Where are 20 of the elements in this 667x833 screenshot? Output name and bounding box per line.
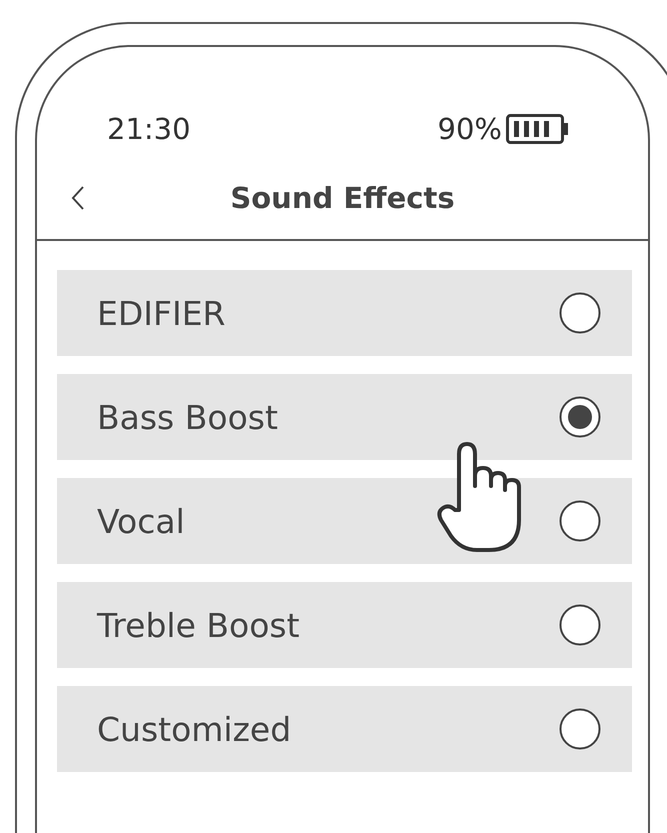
sound-effect-option[interactable]: Treble Boost: [57, 582, 632, 668]
option-label: Bass Boost: [97, 398, 278, 436]
option-label: EDIFIER: [97, 294, 226, 332]
sound-effect-option[interactable]: EDIFIER: [57, 270, 632, 356]
back-chevron-icon[interactable]: [71, 185, 85, 211]
sound-effect-option[interactable]: Customized: [57, 686, 632, 772]
radio-button[interactable]: [559, 292, 601, 334]
option-label: Treble Boost: [97, 606, 300, 644]
status-time: 21:30: [107, 112, 191, 146]
battery-percent: 90%: [438, 112, 502, 146]
battery-icon: [506, 114, 570, 144]
radio-button[interactable]: [559, 708, 601, 750]
radio-button[interactable]: [559, 604, 601, 646]
sound-effect-option[interactable]: Vocal: [57, 478, 632, 564]
sound-effect-option[interactable]: Bass Boost: [57, 374, 632, 460]
radio-button[interactable]: [559, 396, 601, 438]
option-label: Customized: [97, 710, 292, 748]
screen-title: Sound Effects: [230, 181, 455, 215]
radio-button[interactable]: [559, 500, 601, 542]
option-label: Vocal: [97, 502, 185, 540]
